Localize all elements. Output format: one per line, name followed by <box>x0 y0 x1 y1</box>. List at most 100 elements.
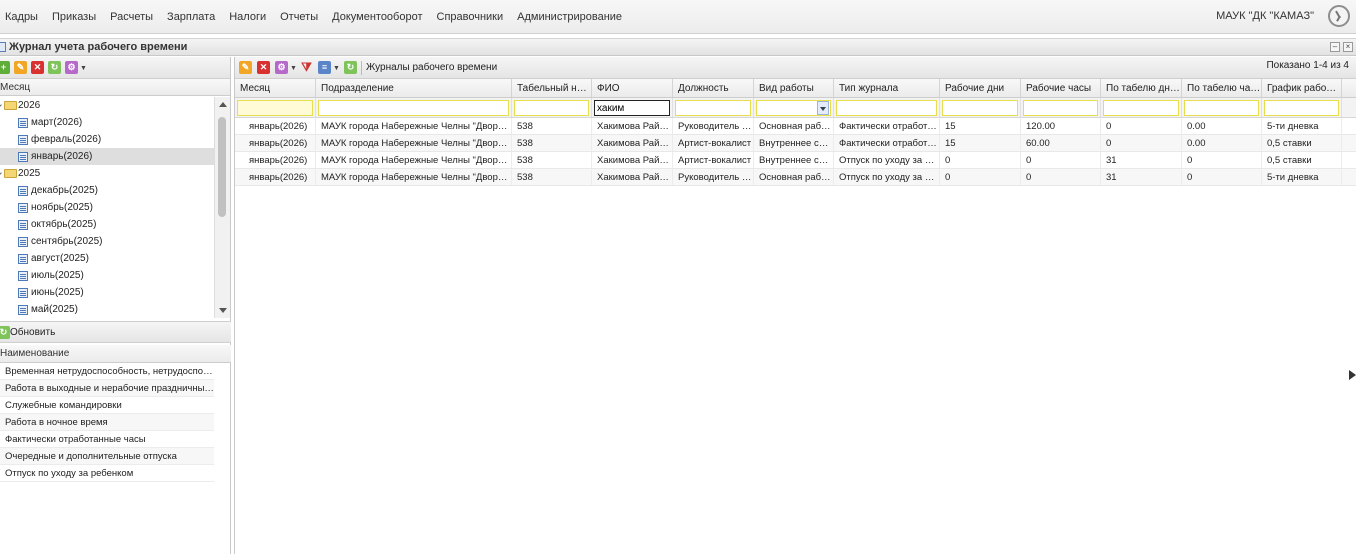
filter-fio[interactable] <box>594 100 670 116</box>
journals-label: Журналы рабочего времени <box>366 62 498 73</box>
clock-icon[interactable] <box>1328 5 1350 27</box>
filter-schedule[interactable] <box>1264 100 1339 116</box>
scrollbar-thumb[interactable] <box>218 117 226 217</box>
col-work-days[interactable]: Рабочие дни <box>940 79 1021 97</box>
col-work-hours[interactable]: Рабочие часы <box>1021 79 1101 97</box>
menu-dokumentooborot[interactable]: Документооборот <box>325 10 429 24</box>
col-department[interactable]: Подразделение <box>316 79 512 97</box>
chevron-down-icon[interactable]: ▼ <box>290 65 297 72</box>
tree-month-node[interactable]: сентябрь(2025) <box>0 233 214 250</box>
menu-nalogi[interactable]: Налоги <box>222 10 273 24</box>
refresh-icon[interactable]: ↻ <box>0 326 10 339</box>
col-work-type[interactable]: Вид работы <box>754 79 834 97</box>
tree-month-node[interactable]: август(2025) <box>0 250 214 267</box>
scroll-up-icon[interactable] <box>219 102 227 107</box>
print-icon[interactable]: ≡ <box>318 61 331 74</box>
list-item[interactable]: Временная нетрудоспособность, нетрудоспо… <box>0 363 214 380</box>
tree-month-node[interactable]: март(2026) <box>0 114 214 131</box>
cell-work-type: Основная работа <box>754 169 834 185</box>
col-month[interactable]: Месяц <box>235 79 316 97</box>
tree-month-node[interactable]: май(2025) <box>0 301 214 318</box>
col-journal-type[interactable]: Тип журнала <box>834 79 940 97</box>
menu-prikazy[interactable]: Приказы <box>45 10 103 24</box>
expand-icon[interactable] <box>0 170 2 176</box>
filter-department[interactable] <box>318 100 509 116</box>
edit-icon[interactable]: ✎ <box>239 61 252 74</box>
mouse-cursor-icon <box>1349 370 1356 380</box>
cell-tab-number: 538 <box>512 152 592 168</box>
list-item[interactable]: Работа в ночное время <box>0 414 214 431</box>
tree-year-node[interactable]: 2025 <box>0 165 214 182</box>
tree-month-node[interactable]: июнь(2025) <box>0 284 214 301</box>
close-icon[interactable]: × <box>1343 42 1353 52</box>
actions-icon[interactable]: ⚙ <box>275 61 288 74</box>
tree-month-node[interactable]: февраль(2026) <box>0 131 214 148</box>
tree-scrollbar[interactable] <box>214 97 230 318</box>
journal-icon <box>18 203 28 213</box>
filter-journal-type[interactable] <box>836 100 937 116</box>
lower-toolbar: ↻ Обновить <box>0 321 231 343</box>
journal-icon <box>18 118 28 128</box>
tree-month-label: январь(2026) <box>31 151 93 162</box>
chevron-down-icon[interactable]: ▼ <box>80 65 87 72</box>
folder-icon <box>4 169 17 178</box>
refresh-button[interactable]: Обновить <box>10 327 55 338</box>
month-column-header[interactable]: Месяц <box>0 79 230 96</box>
expand-icon[interactable] <box>0 102 2 108</box>
cell-position: Артист-вокалист <box>673 135 754 151</box>
tree-month-label: сентябрь(2025) <box>31 236 103 247</box>
list-item[interactable]: Служебные командировки <box>0 397 214 414</box>
filter-position[interactable] <box>675 100 751 116</box>
filter-tab-number[interactable] <box>514 100 589 116</box>
tree-month-node[interactable]: октябрь(2025) <box>0 216 214 233</box>
tree-year-node[interactable]: 2026 <box>0 97 214 114</box>
chevron-down-icon[interactable] <box>817 101 829 115</box>
add-icon[interactable]: + <box>0 61 10 74</box>
tree-month-node[interactable]: июль(2025) <box>0 267 214 284</box>
list-item[interactable]: Очередные и дополнительные отпуска <box>0 448 214 465</box>
tree-month-label: февраль(2026) <box>31 134 102 145</box>
filter-tabel-days[interactable] <box>1103 100 1179 116</box>
clear-filter-icon[interactable]: ⧩ <box>300 61 313 74</box>
menu-zarplata[interactable]: Зарплата <box>160 10 222 24</box>
table-row[interactable]: январь(2026) МАУК города Набережные Челн… <box>235 152 1356 169</box>
col-tab-number[interactable]: Табельный ном... <box>512 79 592 97</box>
name-column-header[interactable]: Наименование <box>0 345 231 363</box>
scroll-down-icon[interactable] <box>219 308 227 313</box>
filter-month[interactable] <box>237 100 313 116</box>
minimize-icon[interactable]: – <box>1330 42 1340 52</box>
list-item[interactable]: Отпуск по уходу за ребенком <box>0 465 214 482</box>
cell-work-type: Внутреннее совместительство <box>754 135 834 151</box>
col-schedule[interactable]: График рабоче... <box>1262 79 1342 97</box>
col-fio[interactable]: ФИО <box>592 79 673 97</box>
table-row[interactable]: январь(2026) МАУК города Набережные Челн… <box>235 118 1356 135</box>
actions-icon[interactable]: ⚙ <box>65 61 78 74</box>
filter-work-days[interactable] <box>942 100 1018 116</box>
journal-icon <box>18 288 28 298</box>
table-row[interactable]: январь(2026) МАУК города Набережные Челн… <box>235 169 1356 186</box>
menu-otchety[interactable]: Отчеты <box>273 10 325 24</box>
menu-administrirovanie[interactable]: Администрирование <box>510 10 629 24</box>
menu-kadry[interactable]: Кадры <box>0 10 45 24</box>
list-item[interactable]: Фактически отработанные часы <box>0 431 214 448</box>
cell-tabel-hours: 0 <box>1182 169 1262 185</box>
table-row[interactable]: январь(2026) МАУК города Набережные Челн… <box>235 135 1356 152</box>
refresh-icon[interactable]: ↻ <box>344 61 357 74</box>
tree-month-node-selected[interactable]: январь(2026) <box>0 148 214 165</box>
chevron-down-icon[interactable]: ▼ <box>333 65 340 72</box>
refresh-icon[interactable]: ↻ <box>48 61 61 74</box>
menu-spravochniki[interactable]: Справочники <box>430 10 511 24</box>
col-tabel-hours[interactable]: По табелю часов <box>1182 79 1262 97</box>
delete-icon[interactable]: ✕ <box>31 61 44 74</box>
tree-year-label: 2026 <box>18 100 41 111</box>
delete-icon[interactable]: ✕ <box>257 61 270 74</box>
edit-icon[interactable]: ✎ <box>14 61 27 74</box>
filter-work-hours[interactable] <box>1023 100 1098 116</box>
col-tabel-days[interactable]: По табелю дней <box>1101 79 1182 97</box>
col-position[interactable]: Должность <box>673 79 754 97</box>
list-item[interactable]: Работа в выходные и нерабочие праздничны… <box>0 380 214 397</box>
tree-month-node[interactable]: ноябрь(2025) <box>0 199 214 216</box>
tree-month-node[interactable]: декабрь(2025) <box>0 182 214 199</box>
menu-raschety[interactable]: Расчеты <box>103 10 160 24</box>
filter-tabel-hours[interactable] <box>1184 100 1259 116</box>
